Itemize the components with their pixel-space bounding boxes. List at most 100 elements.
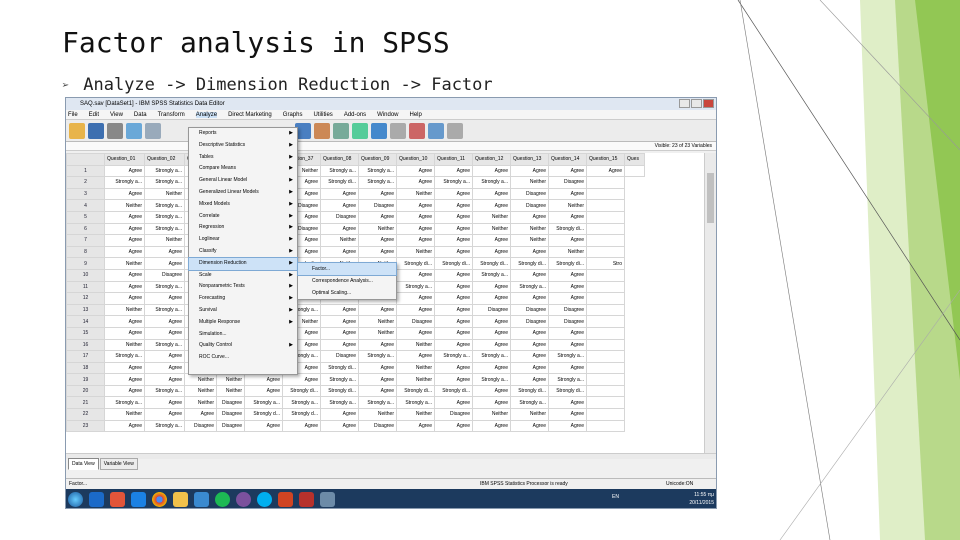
- menu-item-dimension-reduction[interactable]: Dimension Reduction ▶: [188, 256, 298, 271]
- spss-icon[interactable]: [320, 492, 335, 507]
- variables-icon[interactable]: [314, 122, 330, 139]
- table-cell[interactable]: Agree: [396, 326, 435, 340]
- row-number[interactable]: 18: [66, 361, 105, 375]
- row-number[interactable]: 6: [66, 222, 105, 236]
- table-cell[interactable]: Agree: [510, 245, 549, 259]
- table-cell[interactable]: Agree: [104, 222, 145, 236]
- row-number[interactable]: 20: [66, 384, 105, 398]
- table-cell[interactable]: Agree: [358, 373, 397, 386]
- table-cell[interactable]: [586, 199, 625, 212]
- table-cell[interactable]: Neither: [510, 408, 549, 421]
- table-cell[interactable]: [586, 303, 625, 317]
- table-cell[interactable]: Agree: [472, 292, 511, 305]
- row-number[interactable]: 22: [66, 408, 105, 421]
- start-button[interactable]: [68, 492, 83, 507]
- table-cell[interactable]: Strongly a...: [358, 164, 397, 178]
- table-cell[interactable]: Agree: [434, 164, 473, 178]
- table-cell[interactable]: Neither: [396, 245, 435, 259]
- powerpoint-icon[interactable]: [278, 492, 293, 507]
- column-header[interactable]: Question_01: [104, 153, 145, 166]
- table-cell[interactable]: Agree: [472, 315, 511, 328]
- table-cell[interactable]: Agree: [434, 315, 473, 328]
- table-cell[interactable]: Strongly a...: [548, 350, 587, 363]
- clock[interactable]: 11:55 πμ 20/11/2015: [689, 491, 714, 507]
- table-cell[interactable]: Agree: [586, 164, 625, 178]
- table-cell[interactable]: Neither: [472, 222, 511, 236]
- table-cell[interactable]: Neither: [358, 408, 397, 421]
- table-cell[interactable]: Agree: [472, 326, 511, 340]
- table-cell[interactable]: [586, 176, 625, 189]
- table-cell[interactable]: Strongly a...: [144, 164, 185, 178]
- menu-item-forecasting[interactable]: Forecasting ▶: [189, 293, 297, 305]
- table-cell[interactable]: Agree: [548, 292, 587, 305]
- spotify-icon[interactable]: [215, 492, 230, 507]
- table-cell[interactable]: Strongly di...: [548, 222, 587, 236]
- table-cell[interactable]: Strongly a...: [548, 373, 587, 386]
- table-cell[interactable]: Disagree: [216, 396, 245, 410]
- table-cell[interactable]: [586, 373, 625, 386]
- table-cell[interactable]: Agree: [396, 164, 435, 178]
- table-cell[interactable]: Agree: [358, 234, 397, 247]
- table-cell[interactable]: [586, 361, 625, 375]
- table-cell[interactable]: Neither: [548, 199, 587, 212]
- table-cell[interactable]: Agree: [548, 280, 587, 294]
- table-cell[interactable]: Strongly di...: [510, 257, 549, 270]
- dialog-recall-icon[interactable]: [126, 122, 142, 139]
- table-cell[interactable]: Strongly d...: [282, 408, 321, 421]
- menu-item-classify[interactable]: Classify ▶: [189, 246, 297, 258]
- table-cell[interactable]: Neither: [184, 384, 217, 398]
- table-cell[interactable]: Agree: [104, 326, 145, 340]
- table-cell[interactable]: Agree: [320, 303, 359, 317]
- table-cell[interactable]: Disagree: [434, 408, 473, 421]
- table-cell[interactable]: Strongly a...: [144, 199, 185, 212]
- table-cell[interactable]: Agree: [104, 164, 145, 178]
- table-cell[interactable]: Agree: [244, 384, 283, 398]
- table-cell[interactable]: [586, 326, 625, 340]
- table-cell[interactable]: Agree: [548, 164, 587, 178]
- table-cell[interactable]: Agree: [434, 361, 473, 375]
- table-cell[interactable]: Agree: [548, 338, 587, 352]
- table-cell[interactable]: Agree: [510, 268, 549, 282]
- column-header[interactable]: Question_02: [144, 153, 185, 166]
- table-cell[interactable]: Strongly a...: [320, 373, 359, 386]
- table-cell[interactable]: Agree: [472, 361, 511, 375]
- menu-item-general-linear-model[interactable]: General Linear Model ▶: [189, 175, 297, 187]
- find-icon[interactable]: [333, 122, 349, 139]
- column-header[interactable]: Ques: [624, 153, 645, 166]
- table-cell[interactable]: Neither: [104, 338, 145, 352]
- table-cell[interactable]: Strongly d...: [244, 408, 283, 421]
- table-cell[interactable]: Neither: [144, 187, 185, 201]
- table-cell[interactable]: Agree: [104, 268, 145, 282]
- table-cell[interactable]: Agree: [434, 187, 473, 201]
- table-cell[interactable]: [586, 210, 625, 224]
- row-number[interactable]: 1: [66, 164, 105, 178]
- row-number[interactable]: 11: [66, 280, 105, 294]
- table-cell[interactable]: Neither: [396, 408, 435, 421]
- menu-item-compare-means[interactable]: Compare Means ▶: [189, 163, 297, 175]
- table-cell[interactable]: Neither: [184, 396, 217, 410]
- row-number[interactable]: 8: [66, 245, 105, 259]
- table-cell[interactable]: Strongly a...: [144, 210, 185, 224]
- table-cell[interactable]: Strongly a...: [104, 176, 145, 189]
- table-cell[interactable]: Agree: [434, 292, 473, 305]
- table-cell[interactable]: Disagree: [396, 315, 435, 328]
- table-cell[interactable]: Agree: [320, 419, 359, 433]
- table-cell[interactable]: Agree: [434, 268, 473, 282]
- dropbox-icon[interactable]: [131, 492, 146, 507]
- table-cell[interactable]: Agree: [282, 419, 321, 433]
- pdf-icon[interactable]: [299, 492, 314, 507]
- column-header[interactable]: Question_15: [586, 153, 625, 166]
- menu-graphs[interactable]: Graphs: [283, 112, 303, 118]
- table-cell[interactable]: Strongly a...: [144, 222, 185, 236]
- table-cell[interactable]: [586, 384, 625, 398]
- table-cell[interactable]: Agree: [244, 419, 283, 433]
- table-cell[interactable]: [586, 408, 625, 421]
- close-button[interactable]: [703, 99, 714, 108]
- table-cell[interactable]: Agree: [472, 280, 511, 294]
- row-number[interactable]: 13: [66, 303, 105, 317]
- table-cell[interactable]: Agree: [358, 245, 397, 259]
- table-cell[interactable]: Strongly di...: [320, 384, 359, 398]
- table-cell[interactable]: Disagree: [548, 315, 587, 328]
- table-cell[interactable]: [586, 419, 625, 433]
- table-cell[interactable]: Strongly a...: [358, 396, 397, 410]
